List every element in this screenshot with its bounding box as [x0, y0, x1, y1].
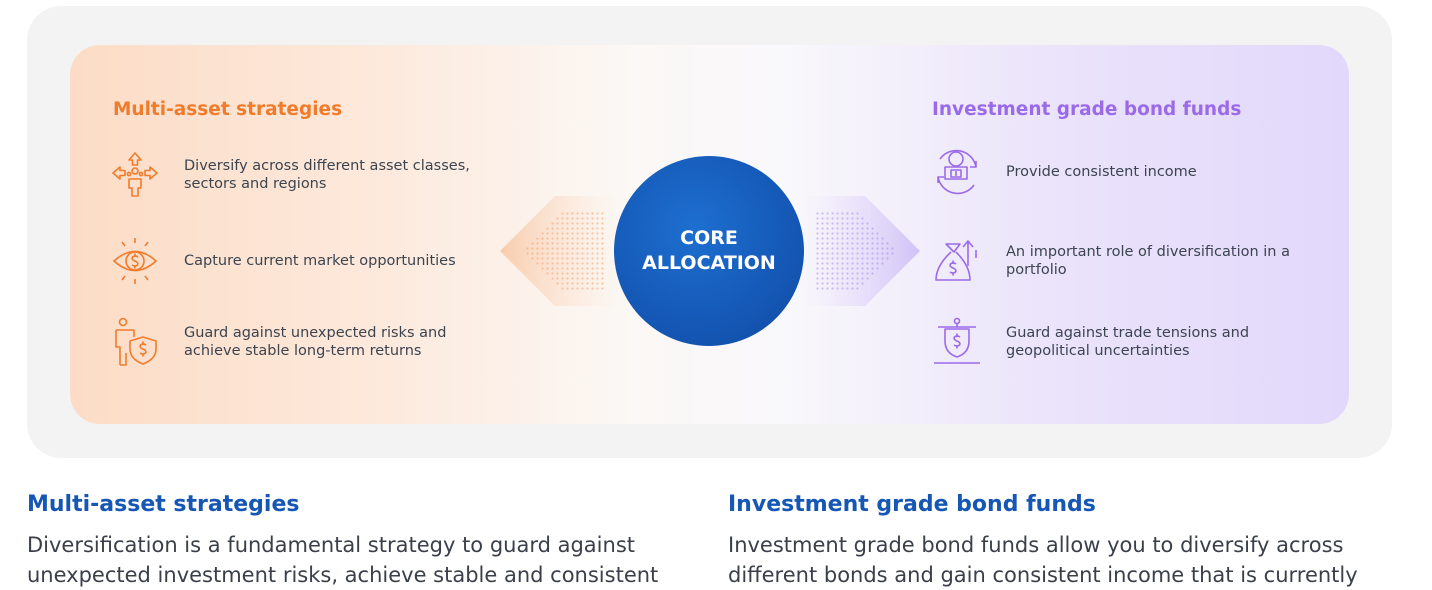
- hub-label-line2: ALLOCATION: [642, 252, 776, 274]
- multi-asset-section: Multi-asset strategies Diversification i…: [27, 490, 687, 590]
- bond-funds-title: Investment grade bond funds: [932, 99, 1242, 120]
- right-arrow-decoration: [800, 196, 920, 306]
- eye-dollar-icon: [110, 236, 160, 286]
- balance-scale-dollar-icon: [932, 317, 982, 367]
- left-feature-text: Capture current market opportunities: [184, 253, 456, 269]
- left-feature-text: Diversify across different asset classes…: [184, 158, 470, 192]
- section-heading: Investment grade bond funds: [728, 492, 1096, 517]
- section-body: Investment grade bond funds allow you to…: [728, 533, 1358, 587]
- section-body: Diversification is a fundamental strateg…: [27, 533, 659, 587]
- multi-asset-title: Multi-asset strategies: [113, 99, 343, 120]
- left-arrow-decoration: [500, 196, 620, 306]
- right-feature-text: Guard against trade tensions and geopoli…: [1006, 325, 1250, 359]
- bond-funds-section: Investment grade bond funds Investment g…: [728, 490, 1388, 590]
- core-allocation-hub: CORE ALLOCATION: [614, 156, 804, 346]
- left-feature-text: Guard against unexpected risks and achie…: [184, 325, 447, 359]
- right-feature-text: Provide consistent income: [1006, 164, 1197, 180]
- money-bag-arrows-icon: [932, 236, 982, 286]
- right-feature-text: An important role of diversification in …: [1006, 244, 1290, 278]
- person-shield-dollar-icon: [110, 317, 160, 367]
- coin-cycle-icon: [932, 147, 982, 197]
- hub-label-line1: CORE: [680, 227, 738, 249]
- section-heading: Multi-asset strategies: [27, 492, 300, 517]
- diversify-arrows-icon: [110, 150, 160, 200]
